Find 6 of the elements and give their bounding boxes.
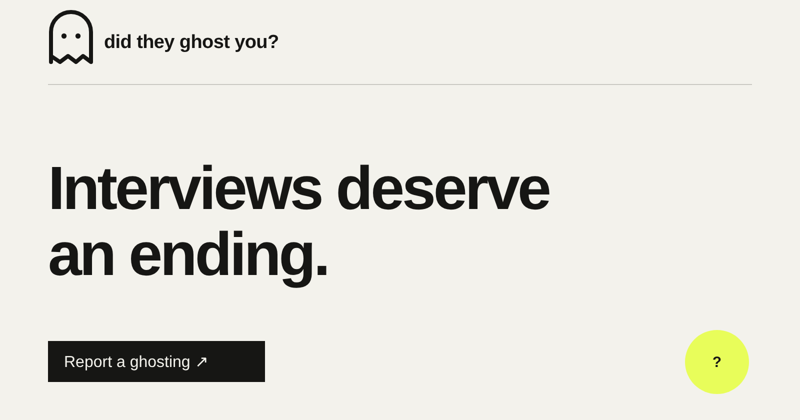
brand-name: did they ghost you? — [104, 32, 279, 54]
headline: an ending. — [48, 221, 328, 287]
ghost-icon — [48, 10, 94, 66]
headline: Interviews deserve — [48, 155, 549, 221]
help-button[interactable]: ? — [685, 330, 749, 394]
report-button[interactable]: Report a ghosting ↗ — [48, 341, 265, 382]
